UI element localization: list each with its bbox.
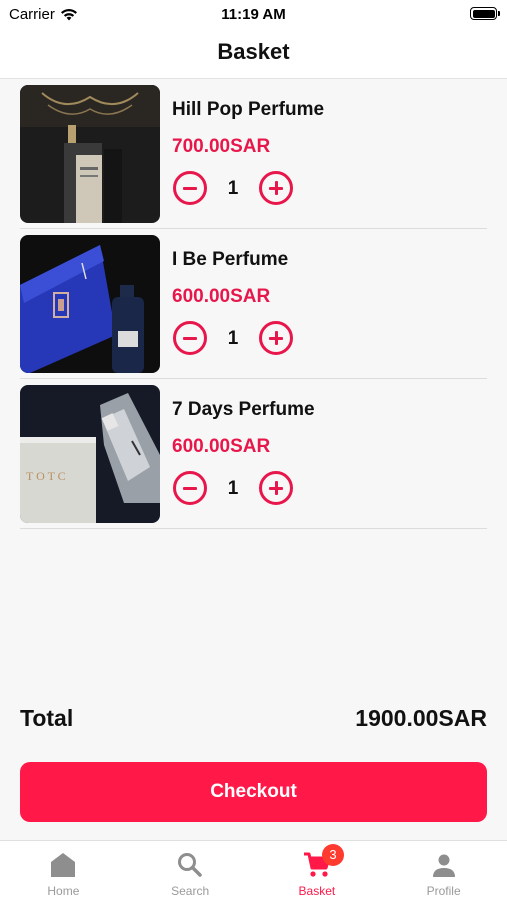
- tab-profile[interactable]: Profile: [380, 841, 507, 900]
- decrease-quantity-button[interactable]: [173, 171, 207, 205]
- total-label: Total: [20, 705, 74, 731]
- product-name: 7 Days Perfume: [172, 399, 315, 420]
- quantity-value: 1: [227, 478, 239, 499]
- total-value: 1900.00SAR: [355, 705, 487, 731]
- status-bar: Carrier 11:19 AM: [0, 0, 507, 30]
- status-time: 11:19 AM: [221, 6, 286, 23]
- basket-item: I Be Perfume 600.00SAR 1: [20, 229, 487, 379]
- battery-icon: [470, 7, 500, 20]
- product-price: 700.00SAR: [172, 136, 271, 157]
- product-price: 600.00SAR: [172, 436, 271, 457]
- product-image[interactable]: [20, 85, 160, 223]
- home-icon: [48, 850, 78, 880]
- product-name: Hill Pop Perfume: [172, 99, 325, 120]
- tab-home[interactable]: Home: [0, 841, 127, 900]
- nav-bar: Basket: [0, 30, 507, 79]
- increase-quantity-button[interactable]: [259, 171, 293, 205]
- basket-item: Hill Pop Perfume 700.00SAR 1: [20, 79, 487, 229]
- product-image[interactable]: T O T C: [20, 385, 160, 523]
- increase-quantity-button[interactable]: [259, 321, 293, 355]
- tab-label: Search: [171, 884, 210, 898]
- tab-bar: Home Search Basket Profile: [0, 840, 507, 900]
- product-image[interactable]: [20, 235, 160, 373]
- svg-text:T O T C: T O T C: [26, 469, 66, 483]
- decrease-quantity-button[interactable]: [173, 471, 207, 505]
- quantity-stepper: 1: [173, 319, 303, 355]
- page-title: Basket: [217, 39, 290, 64]
- tab-search[interactable]: Search: [127, 841, 254, 900]
- search-icon: [175, 850, 205, 880]
- person-icon: [429, 850, 459, 880]
- basket-total: Total 1900.00SAR: [20, 705, 487, 735]
- quantity-stepper: 1: [173, 169, 303, 205]
- checkout-button[interactable]: Checkout: [20, 762, 487, 822]
- decrease-quantity-button[interactable]: [173, 321, 207, 355]
- basket-list: Hill Pop Perfume 700.00SAR 1 I Be Perfum…: [20, 79, 487, 529]
- tab-label: Basket: [298, 884, 336, 898]
- cart-count-badge: 3: [322, 844, 344, 866]
- tab-label: Home: [47, 884, 80, 898]
- quantity-value: 1: [227, 178, 239, 199]
- product-price: 600.00SAR: [172, 286, 271, 307]
- basket-item: T O T C 7 Days Perfume 600.00SAR 1: [20, 379, 487, 529]
- quantity-value: 1: [227, 328, 239, 349]
- tab-label: Profile: [426, 884, 461, 898]
- product-name: I Be Perfume: [172, 249, 289, 270]
- quantity-stepper: 1: [173, 469, 303, 505]
- tab-basket[interactable]: Basket: [254, 841, 381, 900]
- increase-quantity-button[interactable]: [259, 471, 293, 505]
